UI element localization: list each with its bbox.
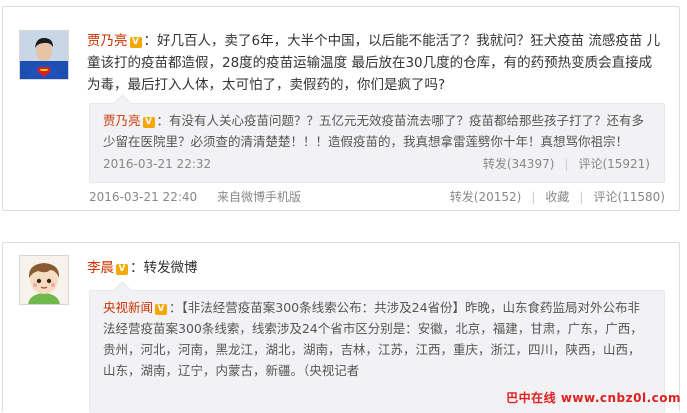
quote-author-link[interactable]: 央视新闻 (103, 300, 153, 315)
quote-comment-link[interactable]: 评论(15921) (578, 157, 650, 171)
post-body: ：好几百人，卖了6年，大半个中国，以后能不能活了？我就问？狂犬疫苗 流感疫苗 儿… (87, 33, 661, 93)
quote-text: 贾乃亮 V ：有没有人关心疫苗问题？？五亿元无效疫苗流去哪了？疫苗都给那些孩子打了？… (103, 110, 650, 152)
reposted-quote: 贾乃亮 V ：有没有人关心疫苗问题？？五亿元无效疫苗流去哪了？疫苗都给那些孩子打了？… (89, 94, 665, 183)
verified-v-icon: V (155, 304, 168, 315)
post-source[interactable]: 来自微博手机版 (217, 190, 301, 204)
quote-body: ：【非法经营疫苗案300条线索公布：共涉及24省份】昨晚，山东食药监局对外公布非… (103, 300, 643, 378)
comment-link[interactable]: 评论(11580) (593, 190, 665, 204)
post-meta: 2016-03-21 22:40 来自微博手机版 转发(20152) | 收藏 | 评论… (89, 188, 665, 205)
repost-link[interactable]: 转发(20152) (450, 190, 522, 204)
author-name-link[interactable]: 李晨 (87, 260, 114, 276)
avatar[interactable] (19, 255, 69, 305)
avatar-cartoon-boy-icon (20, 256, 68, 304)
post-time-source: 2016-03-21 22:40 来自微博手机版 (89, 188, 301, 205)
avatar-superman-icon (20, 31, 68, 79)
divider: | (579, 190, 584, 204)
favorite-link[interactable]: 收藏 (545, 190, 569, 204)
post-body: ：转发微博 (130, 260, 198, 276)
weibo-post-card: 贾乃亮 V ：好几百人，卖了6年，大半个中国，以后能不能活了？我就问？狂犬疫苗 流感… (2, 6, 680, 211)
site-watermark: 巴中在线 www.cnbz0l.com (506, 391, 681, 405)
divider: | (564, 157, 569, 171)
divider: | (531, 190, 536, 204)
quote-actions: 转发(34397) | 评论(15921) (483, 155, 650, 172)
post-timestamp[interactable]: 2016-03-21 22:40 (89, 190, 197, 204)
verified-v-icon: V (116, 264, 128, 275)
quote-meta: 2016-03-21 22:32 转发(34397) | 评论(15921) (103, 155, 650, 172)
avatar[interactable] (19, 30, 69, 80)
quote-timestamp[interactable]: 2016-03-21 22:32 (103, 157, 211, 171)
post-text: 李晨 V ：转发微博 (87, 257, 665, 279)
post-text: 贾乃亮 V ：好几百人，卖了6年，大半个中国，以后能不能活了？我就问？狂犬疫苗 流感… (87, 30, 665, 96)
post-actions: 转发(20152) | 收藏 | 评论(11580) (450, 188, 665, 205)
quote-repost-link[interactable]: 转发(34397) (483, 157, 555, 171)
quote-author-link[interactable]: 贾乃亮 (103, 113, 141, 128)
quote-text: 央视新闻 V ：【非法经营疫苗案300条线索公布：共涉及24省份】昨晚，山东食药监局… (103, 297, 650, 381)
verified-v-icon: V (129, 37, 142, 48)
weibo-post-card: 李晨 V ：转发微博 央视新闻 V ：【非法经营疫苗案300条线索公布：共涉及24省份】… (2, 242, 680, 413)
quote-body: ：有没有人关心疫苗问题？？五亿元无效疫苗流去哪了？疫苗都给那些孩子打了？还有多少… (103, 113, 645, 149)
author-name-link[interactable]: 贾乃亮 (87, 33, 128, 49)
verified-v-icon: V (142, 117, 155, 128)
